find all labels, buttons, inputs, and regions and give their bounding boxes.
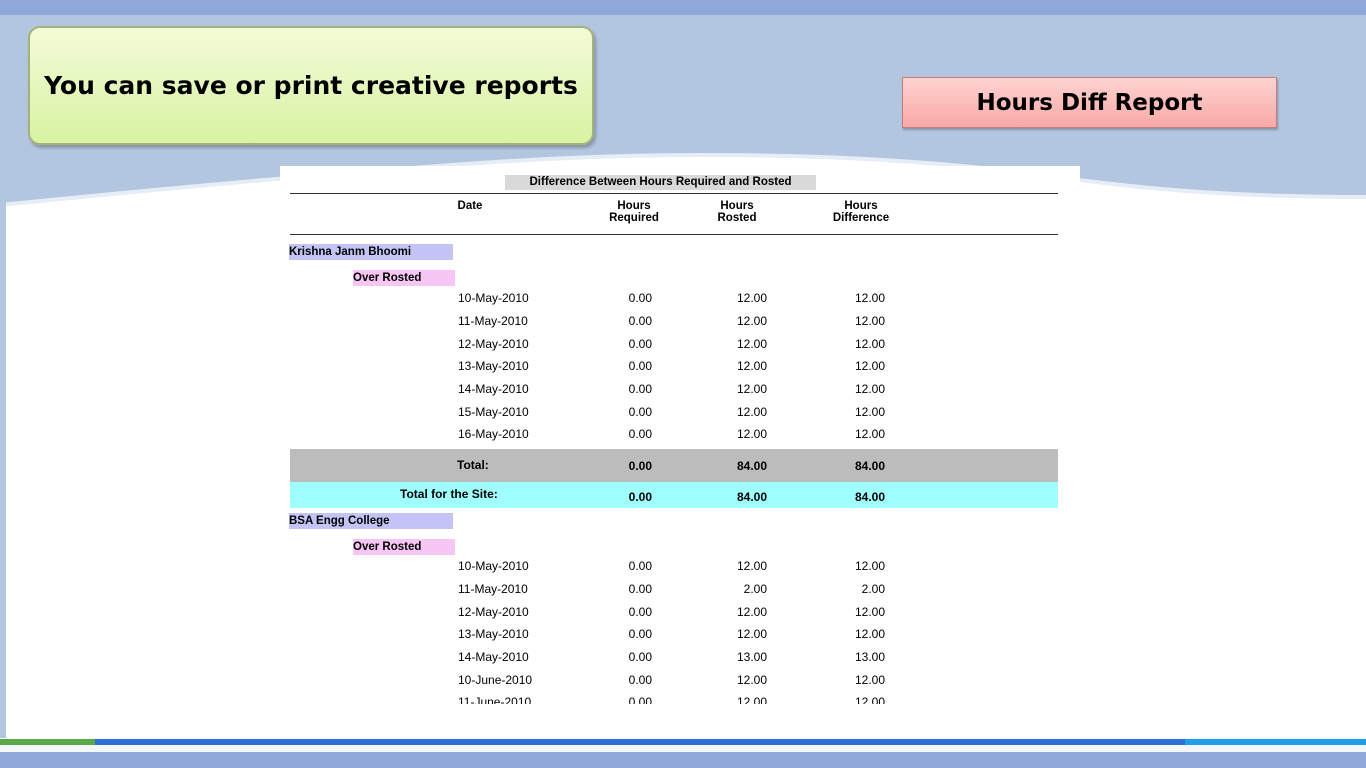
left-edge	[0, 15, 6, 738]
total-rosted: 84.00	[736, 459, 767, 473]
row-difference: 12.00	[854, 359, 885, 373]
row-rosted: 12.00	[736, 673, 767, 687]
row-required: 0.00	[628, 337, 652, 351]
header-top-rule	[290, 193, 1058, 194]
row-difference: 12.00	[854, 673, 885, 687]
row-difference: 2.00	[861, 582, 885, 596]
row-date: 10-May-2010	[458, 291, 529, 305]
row-rosted: 2.00	[743, 582, 767, 596]
row-difference: 12.00	[854, 337, 885, 351]
system-tray[interactable]	[1185, 739, 1366, 745]
row-difference: 12.00	[854, 291, 885, 305]
bottom-border	[0, 752, 1366, 768]
row-required: 0.00	[628, 605, 652, 619]
row-required: 0.00	[628, 582, 652, 596]
info-callout: You can save or print creative reports	[28, 26, 594, 145]
hours-diff-report-button[interactable]: Hours Diff Report	[902, 77, 1277, 128]
row-difference: 12.00	[854, 605, 885, 619]
report-button-label: Hours Diff Report	[976, 89, 1203, 116]
row-date: 10-June-2010	[458, 673, 533, 687]
site-name-label: Krishna Janm Bhoomi	[289, 244, 453, 260]
row-rosted: 12.00	[736, 605, 767, 619]
row-difference: 12.00	[854, 314, 885, 328]
site-total-label: Total for the Site:	[400, 487, 498, 501]
row-difference: 12.00	[854, 405, 885, 419]
total-required: 0.00	[628, 459, 652, 473]
site-total-required: 0.00	[628, 490, 652, 504]
row-date: 16-May-2010	[458, 427, 529, 441]
row-rosted: 12.00	[736, 337, 767, 351]
row-required: 0.00	[628, 405, 652, 419]
row-date: 12-May-2010	[458, 605, 529, 619]
row-rosted: 12.00	[736, 359, 767, 373]
row-date: 13-May-2010	[458, 627, 529, 641]
taskbar-items[interactable]	[95, 739, 1185, 745]
row-date: 14-May-2010	[458, 650, 529, 664]
row-date: 14-May-2010	[458, 382, 529, 396]
row-date: 13-May-2010	[458, 359, 529, 373]
row-required: 0.00	[628, 627, 652, 641]
report-title: Difference Between Hours Required and Ro…	[505, 175, 816, 190]
row-rosted: 12.00	[736, 291, 767, 305]
row-difference: 13.00	[854, 650, 885, 664]
row-difference: 12.00	[854, 382, 885, 396]
row-required: 0.00	[628, 382, 652, 396]
row-rosted: 13.00	[736, 650, 767, 664]
top-border	[0, 0, 1366, 15]
total-row	[290, 449, 1058, 482]
row-required: 0.00	[628, 427, 652, 441]
col-header-required: Hours Required	[609, 200, 659, 224]
row-required: 0.00	[628, 695, 652, 704]
callout-text: You can save or print creative reports	[44, 71, 578, 100]
row-required: 0.00	[628, 314, 652, 328]
col-header-rosted: Hours Rosted	[717, 200, 757, 224]
row-difference: 12.00	[854, 627, 885, 641]
category-label: Over Rosted	[353, 539, 455, 555]
total-difference: 84.00	[854, 459, 885, 473]
header-bottom-rule	[290, 234, 1058, 235]
row-date: 11-May-2010	[458, 314, 528, 328]
row-required: 0.00	[628, 650, 652, 664]
row-required: 0.00	[628, 291, 652, 305]
row-difference: 12.00	[854, 427, 885, 441]
row-date: 11-May-2010	[458, 582, 528, 596]
row-date: 11-June-2010	[458, 695, 532, 704]
site-name-label: BSA Engg College	[289, 513, 453, 529]
col-header-difference: Hours Difference	[832, 200, 890, 224]
row-date: 12-May-2010	[458, 337, 529, 351]
site-total-difference: 84.00	[854, 490, 885, 504]
row-date: 10-May-2010	[458, 559, 529, 573]
row-required: 0.00	[628, 359, 652, 373]
row-rosted: 12.00	[736, 405, 767, 419]
col-header-date: Date	[457, 200, 483, 212]
row-required: 0.00	[628, 673, 652, 687]
row-rosted: 12.00	[736, 314, 767, 328]
report-page: Difference Between Hours Required and Ro…	[280, 166, 1080, 704]
total-label: Total:	[457, 458, 489, 472]
row-rosted: 12.00	[736, 695, 767, 704]
start-button[interactable]	[0, 739, 95, 745]
category-label: Over Rosted	[353, 270, 455, 286]
row-difference: 12.00	[854, 695, 885, 704]
row-rosted: 12.00	[736, 559, 767, 573]
row-date: 15-May-2010	[458, 405, 529, 419]
row-rosted: 12.00	[736, 427, 767, 441]
row-difference: 12.00	[854, 559, 885, 573]
site-total-rosted: 84.00	[736, 490, 767, 504]
row-rosted: 12.00	[736, 382, 767, 396]
row-rosted: 12.00	[736, 627, 767, 641]
row-required: 0.00	[628, 559, 652, 573]
